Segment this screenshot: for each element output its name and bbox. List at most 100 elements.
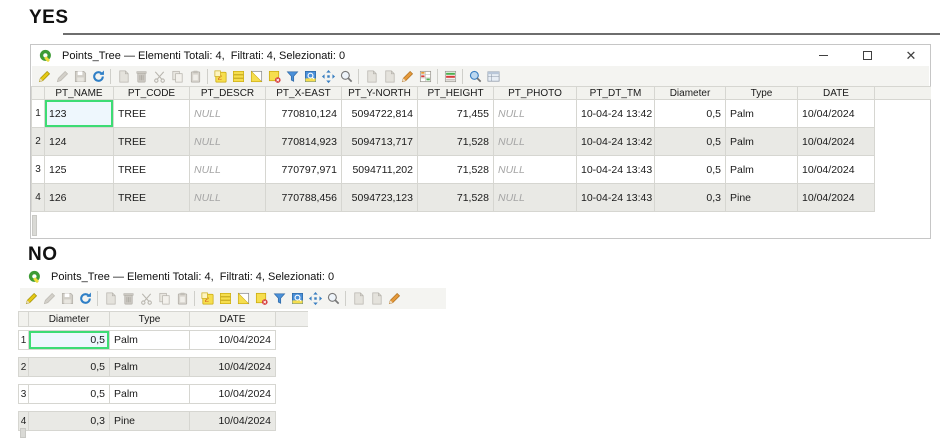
cell[interactable]: 0,3: [29, 411, 110, 431]
maximize-icon[interactable]: [856, 47, 878, 65]
save-edits-icon[interactable]: [59, 291, 75, 307]
column-header-pt_name[interactable]: PT_NAME: [45, 86, 114, 100]
cell[interactable]: TREE: [114, 100, 190, 128]
cell[interactable]: 10/04/2024: [798, 156, 875, 184]
cell[interactable]: 0,5: [655, 128, 726, 156]
cell[interactable]: Palm: [110, 384, 190, 404]
delete-selected-icon[interactable]: [133, 69, 149, 85]
invert-selection-icon[interactable]: [235, 291, 251, 307]
cell[interactable]: 0,3: [655, 184, 726, 212]
cell[interactable]: 10-04-24 13:42: [577, 100, 655, 128]
cut-features-icon[interactable]: [151, 69, 167, 85]
cell[interactable]: 71,528: [418, 156, 494, 184]
reload-table-icon[interactable]: [77, 291, 93, 307]
row-number[interactable]: 2: [18, 357, 29, 377]
add-feature-icon[interactable]: [115, 69, 131, 85]
cell[interactable]: NULL: [190, 156, 266, 184]
cell[interactable]: 10/04/2024: [190, 384, 276, 404]
multiedit-icon[interactable]: [41, 291, 57, 307]
cell[interactable]: 124: [45, 128, 114, 156]
cell[interactable]: 123: [45, 100, 114, 128]
cell[interactable]: 5094722,814: [342, 100, 418, 128]
pan-to-selection-icon[interactable]: [307, 291, 323, 307]
close-icon[interactable]: ✕: [900, 47, 922, 65]
cell[interactable]: 10/04/2024: [798, 100, 875, 128]
filter-icon[interactable]: [284, 69, 300, 85]
cut-features-icon[interactable]: [138, 291, 154, 307]
delete-selected-icon[interactable]: [120, 291, 136, 307]
field-calculator-icon[interactable]: [399, 69, 415, 85]
cell[interactable]: 71,455: [418, 100, 494, 128]
save-edits-icon[interactable]: [72, 69, 88, 85]
row-number[interactable]: 1: [18, 330, 29, 350]
column-header-pt_photo[interactable]: PT_PHOTO: [494, 86, 577, 100]
cell[interactable]: NULL: [494, 156, 577, 184]
column-header-type[interactable]: Type: [726, 86, 798, 100]
select-all-icon[interactable]: [217, 291, 233, 307]
dock-table-icon[interactable]: [485, 69, 501, 85]
field-calculator-icon[interactable]: [386, 291, 402, 307]
cell[interactable]: 10/04/2024: [798, 128, 875, 156]
cell[interactable]: 71,528: [418, 184, 494, 212]
column-header-pt_code[interactable]: PT_CODE: [114, 86, 190, 100]
organize-columns-icon[interactable]: [442, 69, 458, 85]
zoom-map-icon[interactable]: [325, 291, 341, 307]
cell[interactable]: Palm: [726, 100, 798, 128]
cell[interactable]: TREE: [114, 184, 190, 212]
minimize-icon[interactable]: [812, 47, 834, 65]
cell[interactable]: 770788,456: [266, 184, 342, 212]
cell[interactable]: 10/04/2024: [190, 330, 276, 350]
cell[interactable]: NULL: [190, 128, 266, 156]
column-header-pt_dt_tm[interactable]: PT_DT_TM: [577, 86, 655, 100]
invert-selection-icon[interactable]: [248, 69, 264, 85]
zoom-map-icon[interactable]: [338, 69, 354, 85]
cell[interactable]: Palm: [110, 357, 190, 377]
cell[interactable]: 770797,971: [266, 156, 342, 184]
cell[interactable]: TREE: [114, 128, 190, 156]
cell[interactable]: 10-04-24 13:42: [577, 128, 655, 156]
toggle-editing-icon[interactable]: [23, 291, 39, 307]
cell[interactable]: TREE: [114, 156, 190, 184]
cell[interactable]: NULL: [494, 128, 577, 156]
cell[interactable]: 10-04-24 13:43: [577, 156, 655, 184]
deselect-all-icon[interactable]: [266, 69, 282, 85]
row-number[interactable]: 3: [18, 384, 29, 404]
dock-zoom-icon[interactable]: [467, 69, 483, 85]
cell[interactable]: 71,528: [418, 128, 494, 156]
column-header-pt_height[interactable]: PT_HEIGHT: [418, 86, 494, 100]
conditional-formatting-icon[interactable]: [417, 69, 433, 85]
add-feature-icon[interactable]: [102, 291, 118, 307]
cell[interactable]: 0,5: [29, 357, 110, 377]
row-number[interactable]: 1: [31, 100, 45, 128]
filter-icon[interactable]: [271, 291, 287, 307]
row-number[interactable]: 4: [31, 184, 45, 212]
cell[interactable]: 10/04/2024: [190, 411, 276, 431]
column-header-diameter[interactable]: Diameter: [29, 311, 110, 327]
corner-header[interactable]: [31, 86, 45, 100]
delete-field-icon[interactable]: [381, 69, 397, 85]
cell[interactable]: Pine: [726, 184, 798, 212]
paste-features-icon[interactable]: [187, 69, 203, 85]
cell[interactable]: Palm: [726, 156, 798, 184]
copy-features-icon[interactable]: [169, 69, 185, 85]
cell[interactable]: 0,5: [655, 156, 726, 184]
cell[interactable]: NULL: [494, 184, 577, 212]
cell[interactable]: NULL: [190, 100, 266, 128]
cell[interactable]: 5094723,123: [342, 184, 418, 212]
cell[interactable]: NULL: [190, 184, 266, 212]
reload-table-icon[interactable]: [90, 69, 106, 85]
column-header-pt_descr[interactable]: PT_DESCR: [190, 86, 266, 100]
column-header-pt_y-north[interactable]: PT_Y-NORTH: [342, 86, 418, 100]
select-by-expression-icon[interactable]: ε: [212, 69, 228, 85]
cell[interactable]: 125: [45, 156, 114, 184]
titlebar-yes[interactable]: Points_Tree — Elementi Totali: 4, Filtra…: [31, 45, 930, 66]
column-header-date[interactable]: DATE: [190, 311, 276, 327]
paste-features-icon[interactable]: [174, 291, 190, 307]
deselect-all-icon[interactable]: [253, 291, 269, 307]
corner-header[interactable]: [18, 311, 29, 327]
select-all-icon[interactable]: [230, 69, 246, 85]
toggle-editing-icon[interactable]: [36, 69, 52, 85]
pan-to-selection-icon[interactable]: [320, 69, 336, 85]
column-header-pt_x-east[interactable]: PT_X-EAST: [266, 86, 342, 100]
row-number[interactable]: 2: [31, 128, 45, 156]
